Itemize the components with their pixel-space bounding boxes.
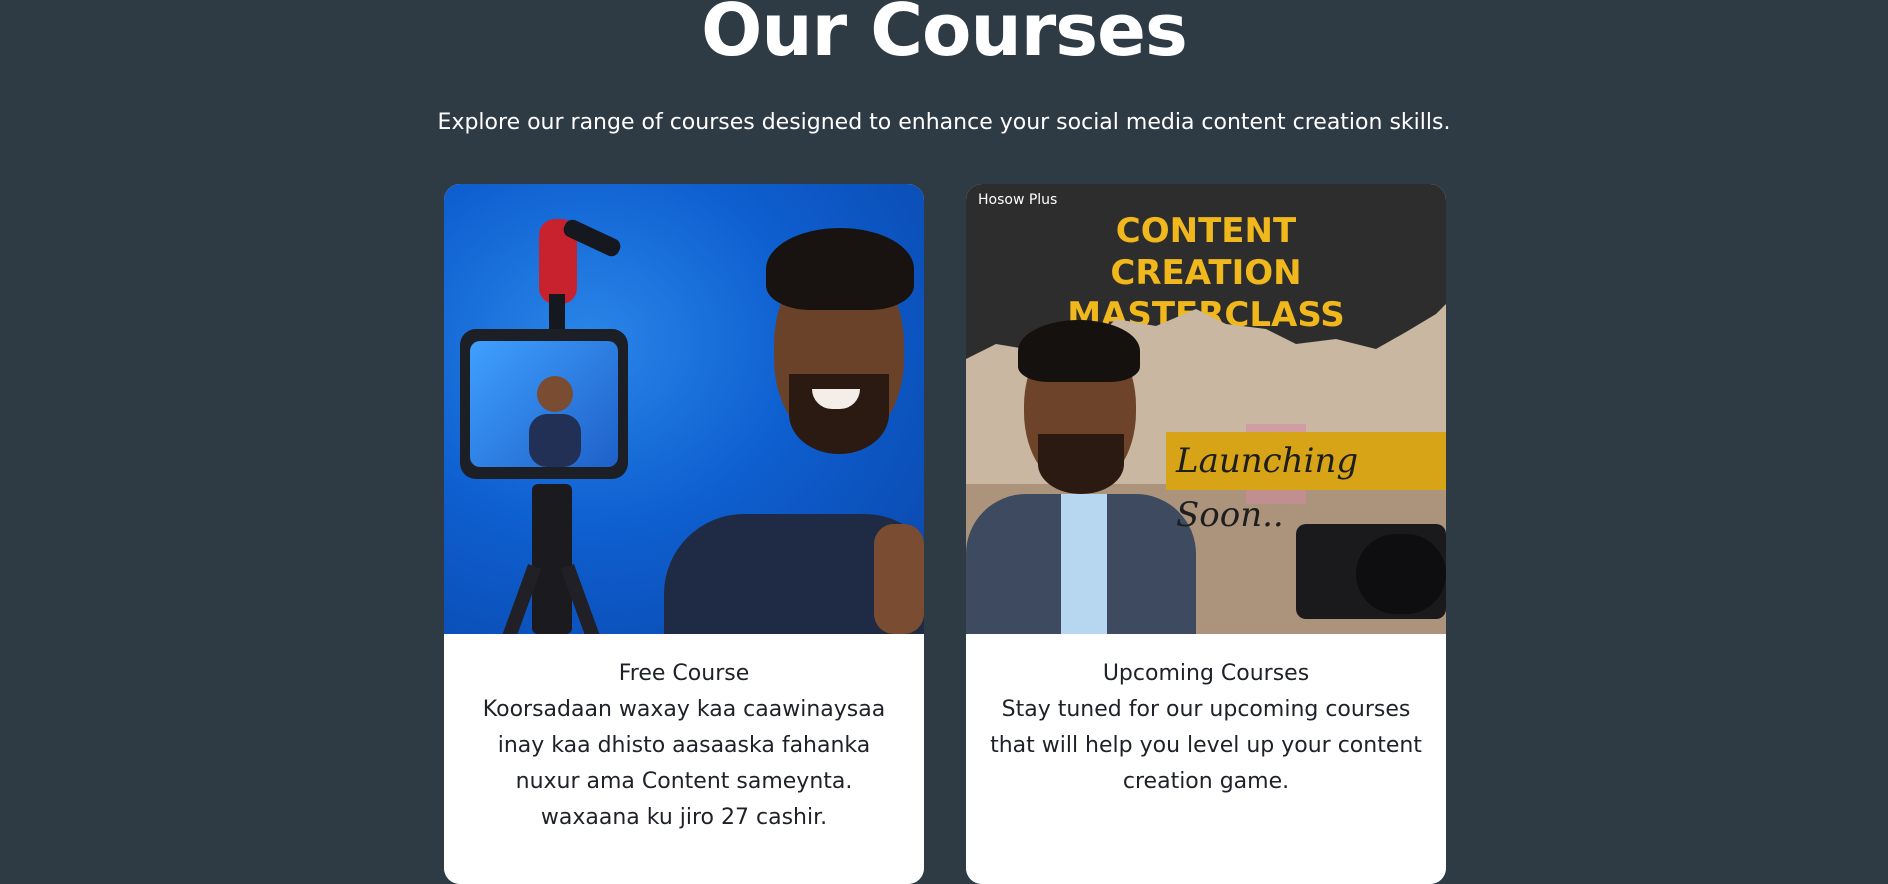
camera-lens-graphic <box>1356 534 1446 614</box>
presenter-shirt-graphic <box>1061 494 1107 634</box>
page-title: Our Courses <box>701 0 1188 72</box>
course-image-free <box>444 184 924 634</box>
brand-label: Hosow Plus <box>978 192 1058 208</box>
presenter-beard-graphic <box>1038 434 1124 494</box>
course-card-body: Free Course Koorsadaan waxay kaa caawina… <box>444 634 924 884</box>
tripod-graphic <box>532 484 572 634</box>
course-description: Koorsadaan waxay kaa caawinaysaa inay ka… <box>482 697 886 830</box>
phone-person-graphic <box>529 376 581 467</box>
course-card-body: Upcoming Courses Stay tuned for our upco… <box>966 634 1446 884</box>
course-image-upcoming: Hosow Plus CONTENT CREATION MASTERCLASS … <box>966 184 1446 634</box>
presenter-hair-graphic <box>1018 320 1140 382</box>
course-title: Free Course <box>618 661 750 686</box>
phone-screen-graphic <box>470 341 618 467</box>
presenter-hand-graphic <box>874 524 924 634</box>
course-title: Upcoming Courses <box>1102 661 1310 686</box>
course-card-upcoming[interactable]: Hosow Plus CONTENT CREATION MASTERCLASS … <box>966 184 1446 884</box>
presenter-hair-graphic <box>766 228 914 310</box>
launching-banner-text: Launching Soon.. <box>1176 441 1359 535</box>
course-description: Stay tuned for our upcoming courses that… <box>990 697 1422 794</box>
phone-graphic <box>460 329 628 479</box>
presenter-beard-graphic <box>789 374 889 454</box>
page-subtitle: Explore our range of courses designed to… <box>437 110 1451 135</box>
course-card-free[interactable]: Free Course Koorsadaan waxay kaa caawina… <box>444 184 924 884</box>
